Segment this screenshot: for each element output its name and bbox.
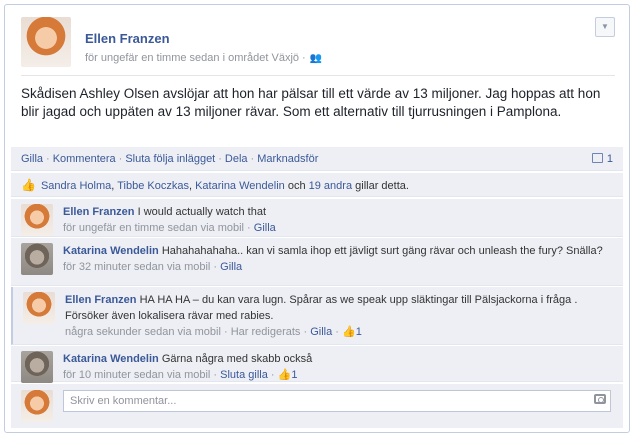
share-link[interactable]: Dela — [225, 153, 248, 165]
comment-item: Katarina Wendelin Hahahahahaha.. kan vi … — [11, 238, 623, 286]
comment-item: Katarina Wendelin Gärna några med skabb … — [11, 346, 623, 383]
comment-body: Katarina Wendelin Gärna några med skabb … — [63, 351, 611, 383]
commenter-avatar[interactable] — [21, 204, 53, 236]
like-link[interactable]: Gilla — [21, 153, 43, 165]
comment-count[interactable]: 1 — [591, 147, 613, 171]
story-options-dropdown[interactable]: ▼ — [595, 17, 615, 37]
comment-input[interactable]: Skriv en kommentar... — [63, 390, 611, 412]
commenter-name-link[interactable]: Ellen Franzen — [65, 294, 137, 306]
liker-link[interactable]: Sandra Holma — [41, 180, 111, 192]
edited-label[interactable]: Har redigerats — [231, 326, 301, 338]
commenter-name-link[interactable]: Ellen Franzen — [63, 206, 135, 218]
likes-summary: 👍 Sandra Holma, Tibbe Koczkas, Katarina W… — [11, 173, 623, 197]
comment-text: Gärna några med skabb också — [161, 353, 313, 365]
story-meta-text: för ungefär en timme sedan i området Väx… — [85, 52, 306, 64]
commenter-avatar[interactable] — [21, 351, 53, 383]
comment-like-count[interactable]: 👍1 — [278, 369, 298, 381]
thumbs-up-icon: 👍 — [21, 178, 36, 192]
liker-link[interactable]: Katarina Wendelin — [195, 180, 285, 192]
comment-body: Katarina Wendelin Hahahahahaha.. kan vi … — [63, 243, 611, 275]
comment-icon — [591, 153, 603, 163]
comment-body: Ellen Franzen I would actually watch tha… — [63, 204, 611, 236]
comment-meta: några sekunder sedan via mobil · Har red… — [65, 326, 362, 338]
liker-link[interactable]: Tibbe Koczkas — [117, 180, 189, 192]
friends-audience-icon[interactable]: 👥 — [310, 53, 322, 64]
comment-item: Ellen Franzen I would actually watch tha… — [11, 199, 623, 237]
unfollow-link[interactable]: Sluta följa inlägget — [125, 153, 215, 165]
comment-meta: för 32 minuter sedan via mobil · Gilla — [63, 261, 243, 273]
thumbs-up-icon: 👍 — [277, 369, 292, 381]
camera-icon[interactable] — [594, 394, 606, 404]
author-avatar[interactable] — [21, 17, 71, 67]
promote-link[interactable]: Marknadsför — [257, 153, 318, 165]
post-text: Skådisen Ashley Olsen avslöjar att hon h… — [21, 86, 601, 119]
comment-like-link[interactable]: Gilla — [254, 222, 276, 234]
viewer-avatar — [21, 390, 53, 422]
comment-meta: för ungefär en timme sedan via mobil · G… — [63, 222, 276, 234]
header-divider — [21, 75, 615, 76]
commenter-name-link[interactable]: Katarina Wendelin — [63, 353, 159, 365]
commenter-avatar[interactable] — [23, 292, 55, 324]
comment-body: Ellen Franzen HA HA HA – du kan vara lug… — [65, 292, 611, 340]
news-feed-story: Ellen Franzen för ungefär en timme sedan… — [4, 4, 630, 433]
others-like-link[interactable]: 19 andra — [309, 180, 352, 192]
comment-like-count[interactable]: 👍1 — [342, 326, 362, 338]
comment-item: Ellen Franzen HA HA HA – du kan vara lug… — [11, 287, 623, 345]
comment-composer: Skriv en kommentar... — [11, 384, 623, 428]
comment-like-link[interactable]: Gilla — [220, 261, 242, 273]
story-action-bar: Gilla · Kommentera · Sluta följa inlägget · De… — [11, 147, 623, 171]
comment-link[interactable]: Kommentera — [53, 153, 116, 165]
thumbs-up-icon: 👍 — [342, 326, 356, 338]
comment-text: I would actually watch that — [137, 206, 266, 218]
comment-meta: för 10 minuter sedan via mobil · Sluta g… — [63, 369, 298, 381]
comment-text: Hahahahahaha.. kan vi samla ihop ett jäv… — [161, 245, 603, 257]
author-name-link[interactable]: Ellen Franzen — [85, 31, 170, 46]
story-meta: för ungefär en timme sedan i området Väx… — [85, 52, 322, 64]
comment-text: HA HA HA – du kan vara lugn. Spårar as w… — [65, 294, 578, 322]
commenter-avatar[interactable] — [21, 243, 53, 275]
commenter-name-link[interactable]: Katarina Wendelin — [63, 245, 159, 257]
comment-like-link[interactable]: Gilla — [310, 326, 332, 338]
comment-unlike-link[interactable]: Sluta gilla — [220, 369, 268, 381]
